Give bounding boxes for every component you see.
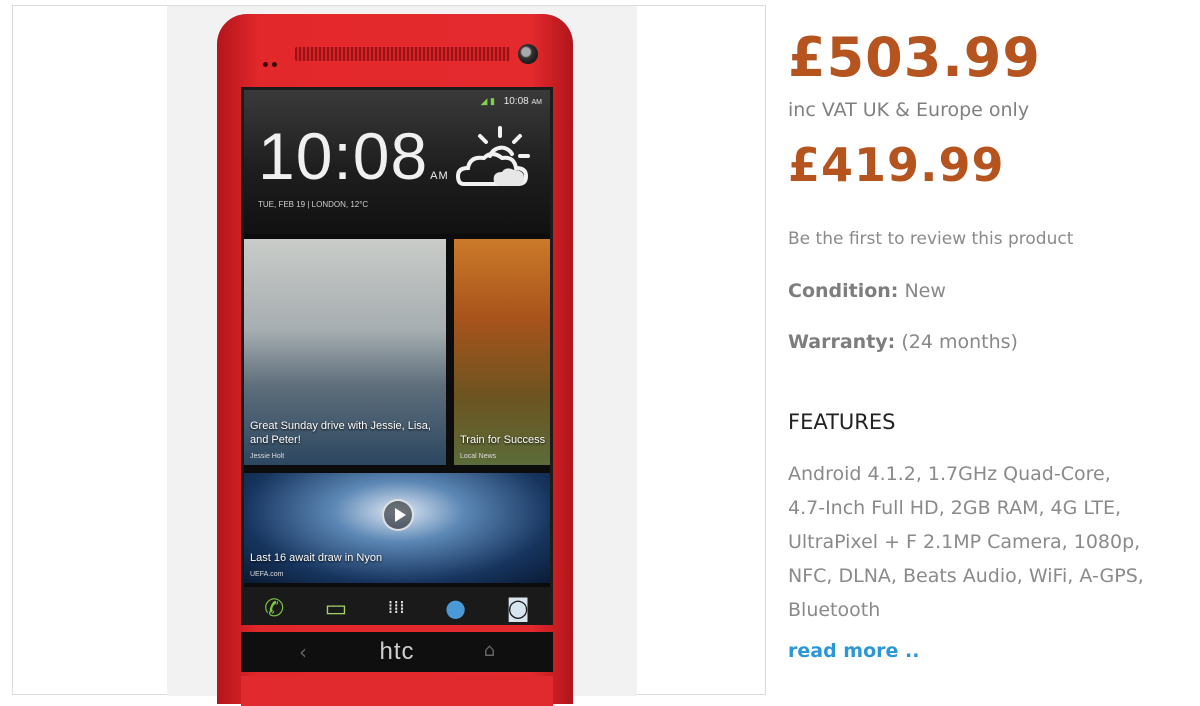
warranty-label: Warranty:: [788, 331, 896, 353]
tile-source: Local News: [460, 453, 497, 460]
news-tile-video[interactable]: Last 16 await draw in Nyon UEFA.com: [244, 473, 550, 583]
clock-ampm: AM: [430, 170, 449, 182]
write-review-link[interactable]: Be the first to review this product: [788, 229, 1073, 249]
features-text: Android 4.1.2, 1.7GHz Quad-Core, 4.7-Inc…: [788, 463, 1144, 621]
warranty-row: Warranty: (24 months): [788, 331, 1018, 353]
features-heading: FEATURES: [788, 410, 896, 434]
status-time: 10:08: [503, 96, 529, 107]
clock-widget: ◢ ▮ 10:08 AM 10:08 AM TUE, FEB 19 | LONDO…: [244, 90, 550, 234]
price-inc-vat: £503.99: [788, 26, 1041, 89]
warranty-value: (24 months): [901, 331, 1018, 353]
tile-caption: Great Sunday drive with Jessie, Lisa, an…: [250, 420, 431, 446]
condition-value: New: [904, 280, 946, 302]
speaker-grille: [295, 47, 510, 61]
phone-nav-bar: ‹ htc ⌂: [241, 632, 553, 672]
phone-icon[interactable]: ✆: [264, 596, 284, 620]
app-dock: ✆ ▭ ⁞⁞⁞ ● ◙: [244, 587, 550, 622]
price-note: inc VAT UK & Europe only: [788, 99, 1030, 121]
clock-time: 10:08 AM: [258, 118, 449, 194]
earpiece-dots: [263, 52, 281, 71]
tile-caption: Train for Success: [460, 434, 546, 446]
product-image-panel[interactable]: ◢ ▮ 10:08 AM 10:08 AM TUE, FEB 19 | LONDO…: [12, 5, 766, 706]
date-line: TUE, FEB 19 | LONDON, 12°C: [258, 200, 369, 209]
signal-icon: ◢ ▮: [480, 96, 495, 106]
read-more-link[interactable]: read more ..: [788, 640, 919, 662]
news-tile-friends[interactable]: Great Sunday drive with Jessie, Lisa, an…: [244, 239, 446, 465]
status-bar: ◢ ▮ 10:08 AM: [481, 96, 542, 107]
play-icon[interactable]: [382, 499, 414, 531]
news-tile-sport[interactable]: Train for Success Local News: [454, 239, 550, 465]
price-ex-vat: £419.99: [788, 138, 1005, 192]
condition-label: Condition:: [788, 280, 899, 302]
messages-icon[interactable]: ▭: [325, 596, 348, 620]
home-icon: ⌂: [483, 640, 495, 661]
phone-screen: ◢ ▮ 10:08 AM 10:08 AM TUE, FEB 19 | LONDO…: [241, 87, 553, 625]
product-phone-image: ◢ ▮ 10:08 AM 10:08 AM TUE, FEB 19 | LONDO…: [217, 14, 573, 706]
browser-icon[interactable]: ●: [445, 596, 466, 620]
tile-source: UEFA.com: [250, 571, 284, 578]
front-camera: [518, 44, 538, 64]
clock-digits: 10:08: [258, 119, 429, 193]
tile-source: Jessie Holt: [250, 453, 285, 460]
weather-icon: [456, 126, 530, 186]
condition-row: Condition: New: [788, 280, 946, 302]
status-ampm: AM: [531, 99, 543, 106]
camera-icon[interactable]: ◙: [506, 596, 529, 620]
tile-caption: Last 16 await draw in Nyon: [250, 552, 383, 564]
brand-logo: htc: [379, 638, 415, 665]
phone-bottom-edge: [241, 676, 553, 706]
apps-icon[interactable]: ⁞⁞⁞: [388, 596, 405, 620]
